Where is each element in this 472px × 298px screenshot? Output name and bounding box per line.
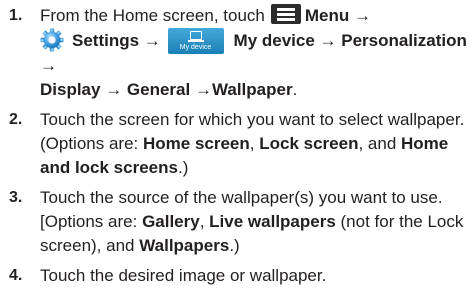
separator: , and xyxy=(358,134,402,153)
menu-label: Menu → xyxy=(304,6,371,25)
step-text: Touch the desired image or wallpaper. xyxy=(40,264,472,288)
step-number: 3. xyxy=(9,189,23,206)
step-3-end: .) xyxy=(229,236,240,255)
option-home-screen: Home screen xyxy=(143,134,250,153)
step-4: 4. Touch the desired image or wallpaper. xyxy=(0,264,472,288)
step-1: 1. From the Home screen, touch Menu → Se… xyxy=(0,4,472,102)
step-text: Touch the screen for which you want to s… xyxy=(40,108,472,180)
separator: , xyxy=(249,134,260,153)
my-device-icon: My device xyxy=(167,28,224,54)
step-2-end: .) xyxy=(177,158,189,177)
step-text: Touch the source of the wallpaper(s) you… xyxy=(40,186,472,258)
step-number: 2. xyxy=(9,111,23,128)
step-number: 1. xyxy=(9,7,23,24)
gear-icon xyxy=(40,28,64,52)
option-wallpapers: Wallpapers xyxy=(139,236,230,255)
option-live-wallpapers: Live wallpapers xyxy=(209,212,336,231)
step-4-text: Touch the desired image or wallpaper. xyxy=(40,266,327,285)
separator: , xyxy=(199,212,210,231)
path-line-2: Display → General →Wallpaper xyxy=(40,80,293,99)
step-number: 4. xyxy=(9,267,23,284)
step-1-end: . xyxy=(292,80,298,99)
option-gallery: Gallery xyxy=(142,212,200,231)
instruction-steps: 1. From the Home screen, touch Menu → Se… xyxy=(0,4,472,294)
option-lock-screen: Lock screen xyxy=(259,134,359,153)
step-1-intro: From the Home screen, touch xyxy=(40,6,265,25)
my-device-caption: My device xyxy=(179,44,212,51)
menu-icon xyxy=(270,4,301,24)
settings-label: Settings → xyxy=(72,31,161,50)
step-3: 3. Touch the source of the wallpaper(s) … xyxy=(0,186,472,258)
step-text: From the Home screen, touch Menu → Setti… xyxy=(40,4,472,102)
step-2: 2. Touch the screen for which you want t… xyxy=(0,108,472,180)
